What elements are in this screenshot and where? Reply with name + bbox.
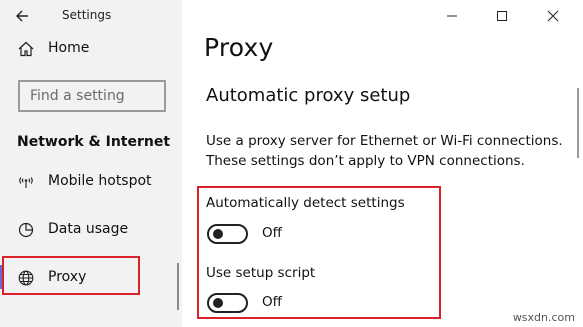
settings-window: Settings Home Find a setting Network & I…	[0, 0, 583, 327]
setup-script-toggle[interactable]	[207, 293, 248, 313]
setup-script-label: Use setup script	[206, 265, 316, 281]
auto-detect-toggle[interactable]	[207, 224, 248, 244]
auto-detect-state: Off	[262, 225, 282, 241]
window-controls	[433, 0, 583, 32]
mobile-hotspot-icon	[17, 173, 35, 195]
sidebar: Settings Home Find a setting Network & I…	[0, 0, 182, 327]
home-label: Home	[48, 40, 90, 56]
search-placeholder: Find a setting	[30, 88, 125, 104]
close-icon	[547, 10, 559, 22]
watermark: wsxdn.com	[512, 311, 575, 324]
back-arrow-icon	[16, 10, 28, 22]
description-line-1: Use a proxy server for Ethernet or Wi-Fi…	[206, 133, 563, 149]
data-usage-icon	[17, 221, 35, 243]
sidebar-scrollbar[interactable]	[177, 263, 179, 310]
sidebar-item-data-usage[interactable]: Data usage	[0, 210, 182, 248]
toggle-knob	[213, 298, 223, 308]
page-title: Proxy	[204, 33, 274, 62]
minimize-button[interactable]	[442, 6, 462, 26]
annotation-highlight-proxy	[2, 256, 140, 295]
main-scrollbar[interactable]	[577, 88, 579, 158]
title-bar: Settings	[0, 0, 182, 32]
section-heading: Automatic proxy setup	[206, 85, 411, 106]
search-input[interactable]: Find a setting	[18, 80, 166, 112]
section-title: Network & Internet	[17, 134, 171, 150]
minimize-icon	[447, 15, 457, 17]
main-content: Proxy Automatic proxy setup Use a proxy …	[182, 0, 583, 327]
section-description: Use a proxy server for Ethernet or Wi-Fi…	[206, 131, 566, 171]
auto-detect-label: Automatically detect settings	[206, 195, 405, 211]
sidebar-item-mobile-hotspot[interactable]: Mobile hotspot	[0, 162, 182, 200]
sidebar-item-label: Data usage	[48, 221, 129, 237]
toggle-knob	[213, 229, 223, 239]
close-button[interactable]	[543, 6, 563, 26]
home-icon	[17, 40, 35, 62]
maximize-icon	[497, 11, 507, 21]
maximize-button[interactable]	[492, 6, 512, 26]
sidebar-item-home[interactable]: Home	[0, 33, 182, 65]
sidebar-item-label: Mobile hotspot	[48, 173, 152, 189]
description-line-2: These settings don’t apply to VPN connec…	[206, 153, 525, 169]
setup-script-state: Off	[262, 294, 282, 310]
back-button[interactable]	[12, 6, 34, 26]
app-title: Settings	[62, 8, 112, 22]
